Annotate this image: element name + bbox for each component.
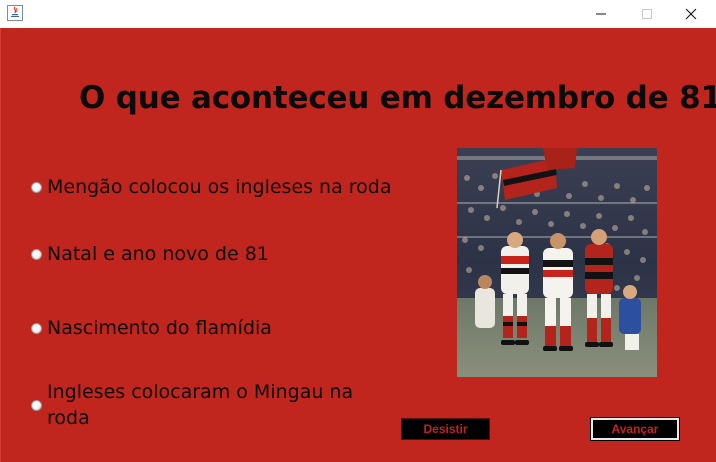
- answer-option-1[interactable]: Mengão colocou os ingleses na roda: [31, 174, 392, 200]
- title-bar: [0, 0, 716, 28]
- give-up-button[interactable]: Desistir: [401, 418, 490, 440]
- java-icon: [7, 5, 23, 21]
- radio-button[interactable]: [31, 400, 42, 411]
- close-button[interactable]: [668, 0, 714, 28]
- answer-option-3[interactable]: Nascimento do flamídia: [31, 315, 272, 341]
- radio-button[interactable]: [31, 182, 42, 193]
- quiz-panel: O que aconteceu em dezembro de 81? Mengã…: [0, 28, 716, 462]
- answer-label: Natal e ano novo de 81: [47, 243, 269, 265]
- radio-button[interactable]: [31, 249, 42, 260]
- maximize-button[interactable]: [624, 0, 670, 28]
- answer-option-2[interactable]: Natal e ano novo de 81: [31, 241, 269, 267]
- next-button[interactable]: Avançar: [590, 417, 680, 441]
- radio-button[interactable]: [31, 323, 42, 334]
- answer-label: Mengão colocou os ingleses na roda: [47, 176, 392, 198]
- question-title: O que aconteceu em dezembro de 81?: [79, 80, 716, 116]
- answer-option-4[interactable]: Ingleses colocaram o Mingau na roda: [31, 379, 381, 431]
- answer-label: Nascimento do flamídia: [47, 317, 272, 339]
- answer-label: Ingleses colocaram o Mingau na roda: [47, 381, 354, 429]
- team-celebration-photo: [457, 148, 657, 377]
- minimize-button[interactable]: [578, 0, 624, 28]
